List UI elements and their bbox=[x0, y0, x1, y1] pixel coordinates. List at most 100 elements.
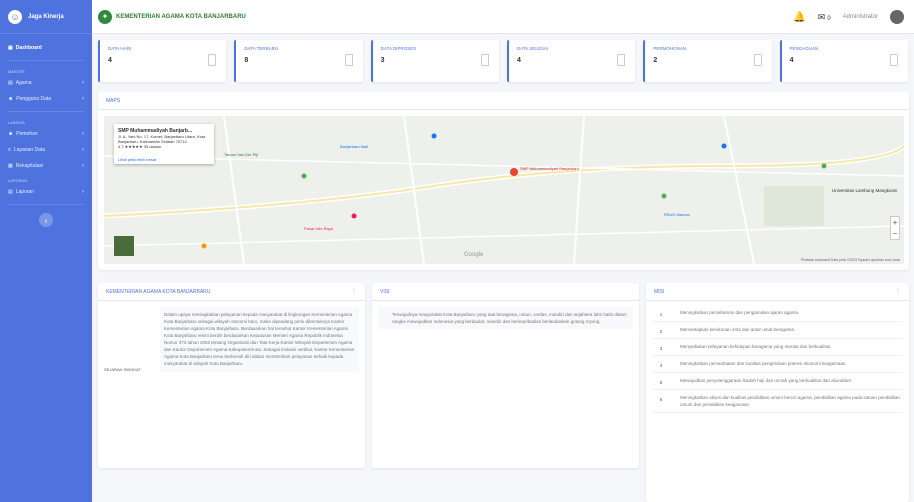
google-map[interactable]: SMP Muhammadiyah Banjarbaru Banjarbaru M… bbox=[104, 116, 904, 264]
stat-cards: DATA HARI 4 DATA TERBARU 8 DATA DIPROSES… bbox=[92, 40, 914, 82]
chart-icon: ▦ bbox=[8, 163, 13, 169]
google-logo: Google bbox=[464, 252, 484, 258]
map-place-label: Taman Van Der Pijl bbox=[224, 152, 258, 157]
stat-card[interactable]: DATA SELESAI 4 bbox=[506, 40, 636, 82]
document-icon bbox=[480, 54, 489, 66]
panel-heading: KEMENTERIAN AGAMA KOTA BANJARBARU ⋮ bbox=[98, 283, 365, 301]
stat-card-label: DATA DIPROSES bbox=[380, 46, 417, 51]
folder-icon: ▤ bbox=[8, 80, 13, 86]
topbar: ✦ KEMENTERIAN AGAMA KOTA BANJARBARU 🔔 ✉ 0… bbox=[92, 0, 914, 34]
list-item: 2 Memantapkan kerukunan intra dan antar u… bbox=[652, 322, 903, 339]
chevron-right-icon: › bbox=[82, 131, 84, 137]
kemenag-logo-icon: ✦ bbox=[98, 9, 112, 24]
stat-card-label: PENGADUAN bbox=[789, 46, 819, 51]
document-icon bbox=[753, 54, 762, 66]
stat-card-value: 2 bbox=[653, 57, 658, 64]
mail-button[interactable]: ✉ 0 bbox=[818, 12, 831, 23]
sidebar-item-agama[interactable]: ▤ Agama › bbox=[0, 75, 92, 91]
stat-card-value: 4 bbox=[516, 57, 521, 64]
panel-heading: VISI bbox=[372, 283, 639, 301]
map-heading: MAPS bbox=[98, 92, 909, 110]
mail-count-badge: 0 bbox=[827, 15, 831, 22]
panel-heading: MISI ⋮ bbox=[646, 283, 909, 301]
bell-icon[interactable]: 🔔 bbox=[793, 12, 805, 23]
chevron-right-icon: › bbox=[82, 163, 84, 169]
map-panel: MAPS SMP Muhammadiyah Banjarbaru Banjarb… bbox=[98, 92, 909, 270]
sidebar-item-label: Pengguna Data bbox=[16, 96, 52, 102]
dashboard-icon: ▣ bbox=[8, 45, 13, 51]
map-place-label: Pasar Ulin Raya bbox=[304, 226, 333, 231]
map-place-label: Banjarbaru Mall bbox=[340, 144, 369, 149]
map-info-address: Jl. A. Yani No. 17, Komet, Banjarbaru Ut… bbox=[118, 134, 206, 144]
stat-card-value: 8 bbox=[244, 57, 249, 64]
profile-panel: KEMENTERIAN AGAMA KOTA BANJARBARU ⋮ SEJAR… bbox=[98, 283, 365, 468]
avatar[interactable] bbox=[890, 10, 904, 24]
stat-card[interactable]: DATA HARI 4 bbox=[98, 40, 227, 82]
sidebar-item-label: Pemohon bbox=[16, 131, 38, 137]
sidebar-item-pemohon[interactable]: ☻ Pemohon › bbox=[0, 126, 92, 142]
map-place-label: RSUD Idaman bbox=[664, 212, 690, 217]
sidebar-item-dashboard[interactable]: ▣ Dashboard bbox=[0, 40, 92, 56]
chevron-right-icon: › bbox=[82, 96, 84, 102]
more-icon[interactable]: ⋮ bbox=[351, 288, 357, 295]
sidebar-item-laporan[interactable]: ▤ Laporan › bbox=[0, 184, 92, 200]
profile-text: Dalam upaya meningkatkan pelayanan kepad… bbox=[160, 307, 359, 372]
topbar-actions: 🔔 ✉ 0 Administrator bbox=[793, 0, 904, 34]
map-place-label: Universitas Lambung Mangkurat bbox=[832, 188, 897, 193]
sidebar-item-label: Agama bbox=[15, 80, 32, 86]
list-item: 1 Meningkatkan pemahaman dan pengamalan a… bbox=[652, 305, 903, 322]
brand-logo-icon: ☺ bbox=[8, 9, 22, 24]
list-item: 6 Meningkatkan akses dan kualitas pendidi… bbox=[652, 390, 903, 413]
stat-card[interactable]: DATA DIPROSES 3 bbox=[370, 40, 499, 82]
stat-card-value: 3 bbox=[380, 57, 385, 64]
more-icon[interactable]: ⋮ bbox=[895, 288, 901, 295]
stat-card-value: 4 bbox=[108, 57, 112, 64]
map-zoom-control[interactable]: + − bbox=[890, 216, 900, 240]
stat-card[interactable]: PERMOHONAN 2 bbox=[643, 40, 772, 82]
visi-panel: VISI Terwujudnya masyarakat Kota Banjarb… bbox=[372, 283, 639, 468]
mail-icon: ✉ bbox=[817, 11, 826, 22]
user-name[interactable]: Administrator bbox=[843, 14, 878, 20]
chevron-right-icon: › bbox=[82, 189, 84, 195]
chevron-right-icon: › bbox=[82, 80, 84, 86]
sidebar-item-label: Layanan Data bbox=[13, 147, 46, 153]
sidebar: ☺ Jaga Kinerja ▣ Dashboard Master ▤ Agam… bbox=[0, 0, 92, 502]
sidebar-toggle-button[interactable]: ‹ bbox=[39, 213, 53, 227]
map-footer: Pintasan keyboard Data peta ©2023 Syarat… bbox=[800, 258, 900, 262]
list-item: 5 Mewujudkan penyelenggaraan ibadah haji … bbox=[652, 373, 903, 390]
chevron-right-icon: › bbox=[82, 147, 84, 153]
sidebar-divider bbox=[8, 111, 84, 112]
users-icon: ☻ bbox=[8, 131, 14, 137]
brand-label: Jaga Kinerja bbox=[28, 13, 64, 20]
list-item: 3 Menyediakan pelayanan kehidupan beragam… bbox=[652, 339, 903, 356]
sidebar-item-pengguna[interactable]: ☻ Pengguna Data › bbox=[0, 91, 92, 107]
sidebar-heading: Lainnya bbox=[8, 120, 25, 125]
sidebar-brand[interactable]: ☺ Jaga Kinerja bbox=[0, 0, 92, 34]
user-icon: ☻ bbox=[8, 96, 14, 102]
sidebar-item-label: Laporan bbox=[15, 189, 35, 195]
sidebar-heading: Master bbox=[8, 69, 25, 74]
map-place-label: SMP Muhammadiyah Banjarbaru bbox=[520, 166, 579, 171]
report-icon: ▤ bbox=[8, 189, 13, 195]
zoom-in-icon[interactable]: + bbox=[891, 217, 899, 228]
sidebar-heading: Laporan bbox=[8, 178, 28, 183]
map-roads bbox=[104, 116, 904, 264]
sidebar-item-rekap[interactable]: ▦ Rekapitulasi › bbox=[0, 158, 92, 174]
stat-card-label: DATA SELESAI bbox=[516, 46, 549, 51]
list-item: 4 Meningkatkan pemanfaatan dan kualitas p… bbox=[652, 356, 903, 373]
document-icon bbox=[889, 54, 898, 66]
sidebar-item-layanan[interactable]: ≡ Layanan Data › bbox=[0, 142, 92, 158]
stat-card[interactable]: DATA TERBARU 8 bbox=[234, 40, 363, 82]
stat-card-label: DATA TERBARU bbox=[244, 46, 279, 51]
map-larger-link[interactable]: Lihat peta lebih besar bbox=[118, 157, 210, 162]
zoom-out-icon[interactable]: − bbox=[891, 228, 899, 239]
document-icon bbox=[344, 54, 353, 66]
stat-card-label: DATA HARI bbox=[108, 46, 132, 51]
stat-card[interactable]: PENGADUAN 4 bbox=[779, 40, 908, 82]
page-title: KEMENTERIAN AGAMA KOTA BANJARBARU bbox=[116, 13, 246, 20]
profile-label: SEJARAH SINGKAT bbox=[104, 367, 141, 372]
misi-panel: MISI ⋮ 1 Meningkatkan pemahaman dan pengam… bbox=[646, 283, 909, 502]
document-icon bbox=[208, 54, 217, 66]
sidebar-item-label: Rekapitulasi bbox=[15, 163, 43, 169]
sidebar-item-label: Dashboard bbox=[15, 45, 42, 51]
